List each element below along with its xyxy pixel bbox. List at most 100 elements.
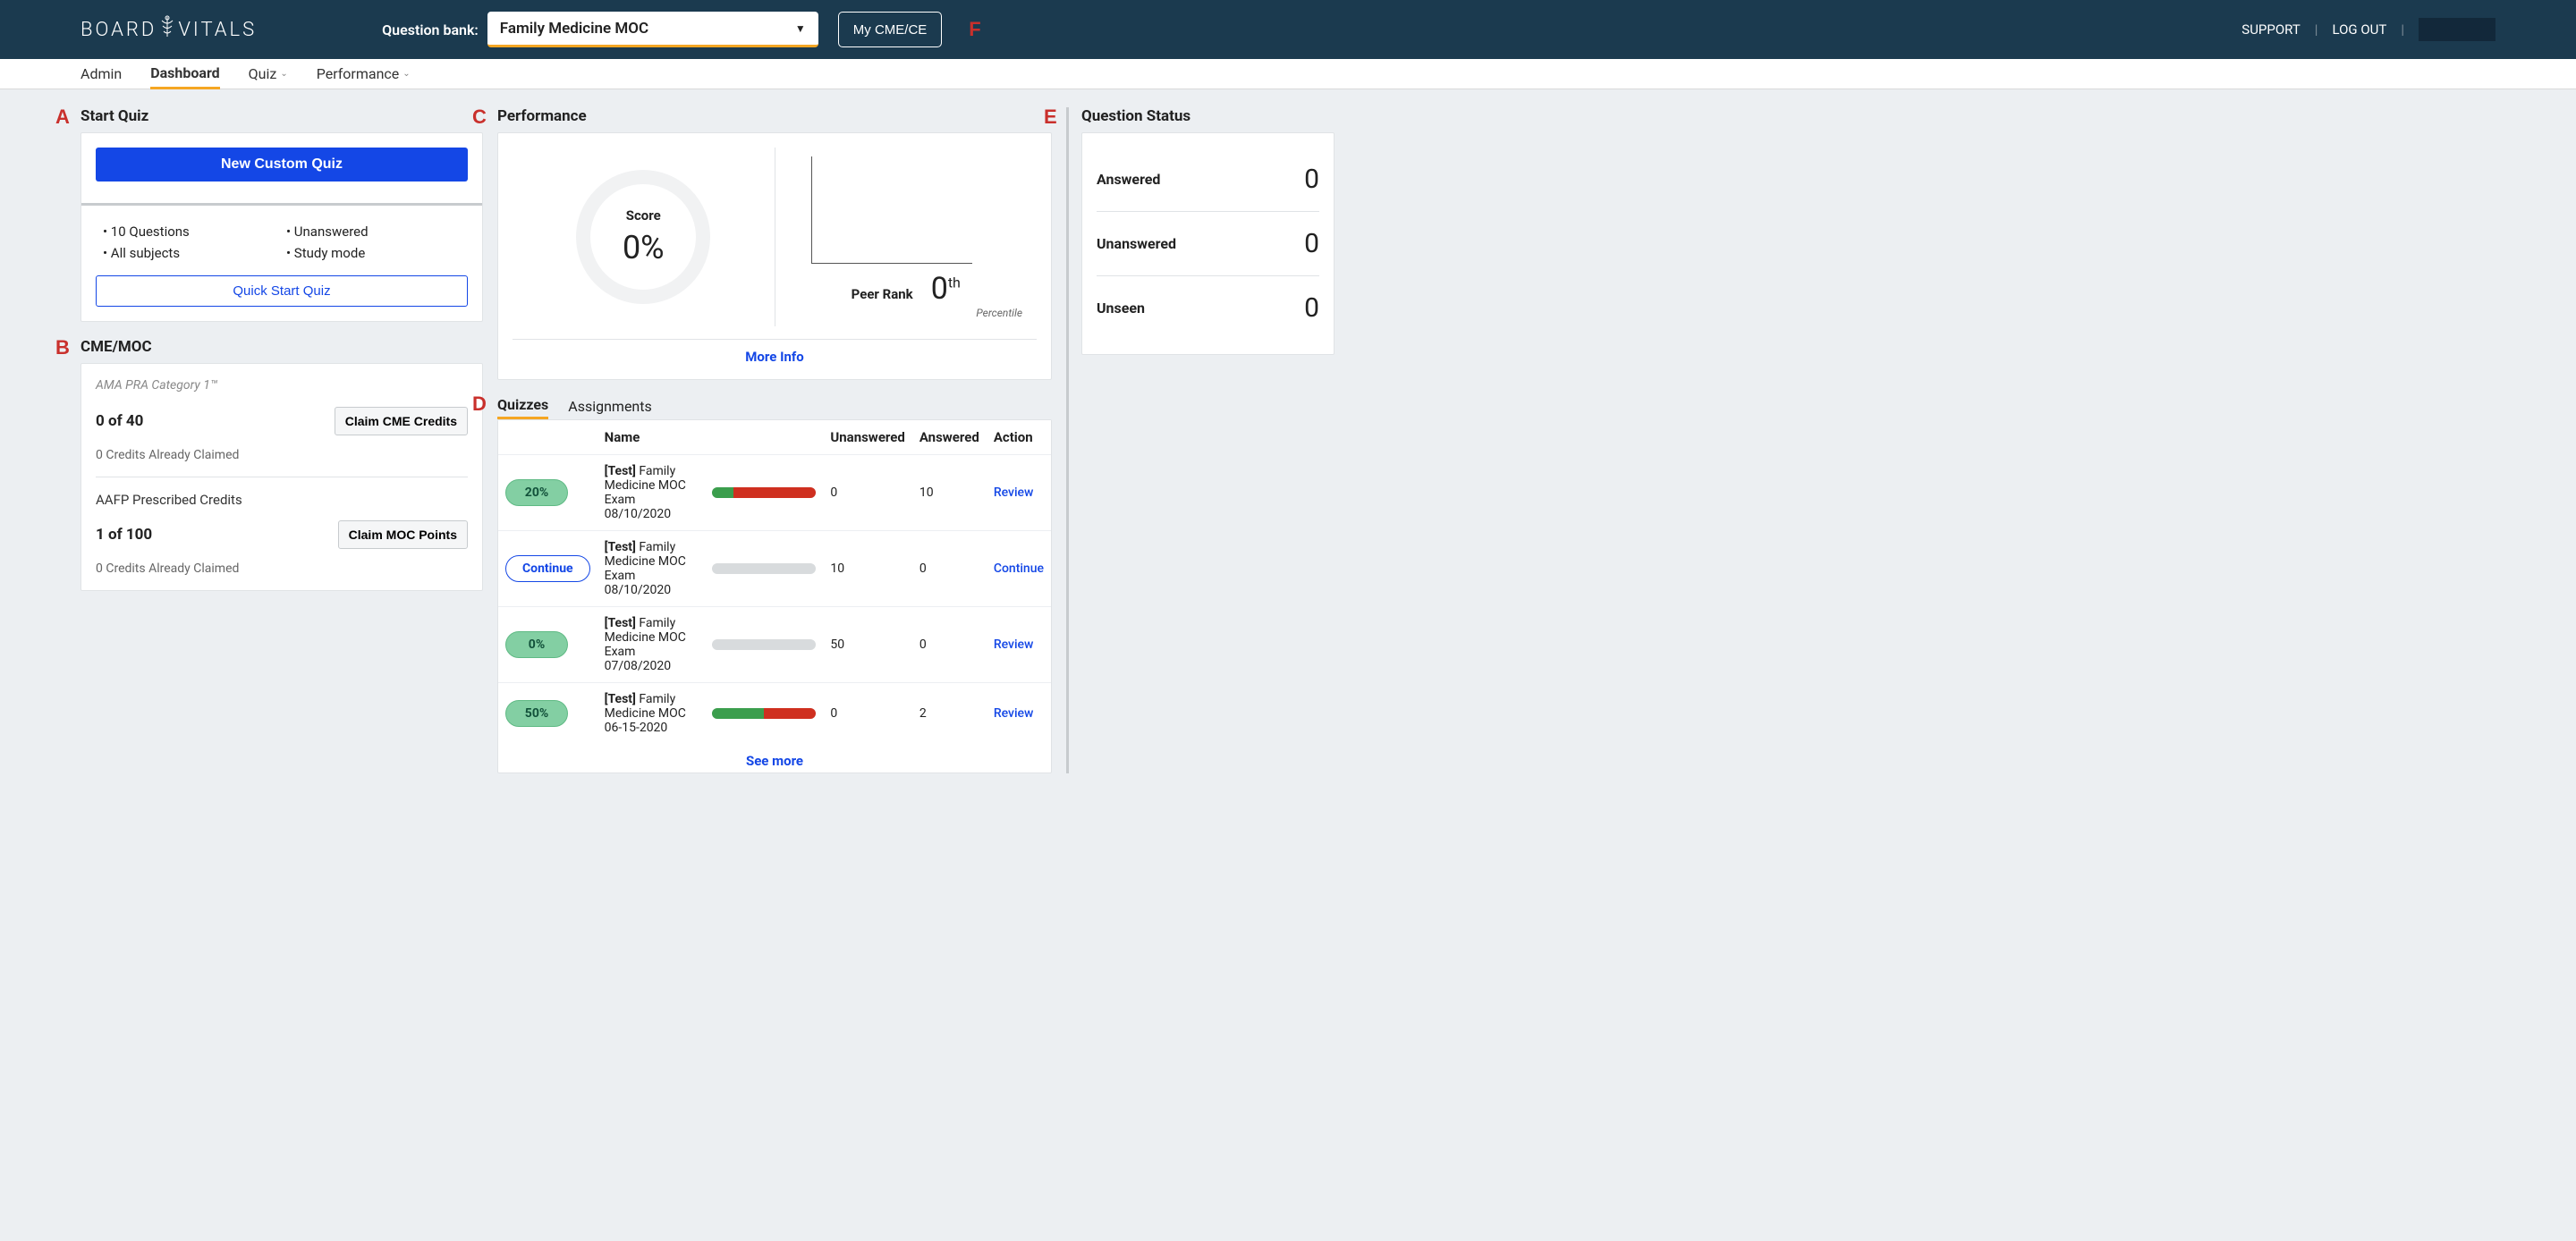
score-panel: Score 0%: [513, 148, 775, 326]
nav-dashboard[interactable]: Dashboard: [150, 59, 219, 89]
status-label: Unseen: [1097, 300, 1145, 317]
chevron-down-icon: ⌄: [402, 69, 410, 79]
app-header: BOARD VITALS Question bank: Family Medic…: [0, 0, 2576, 59]
progress-bar: [712, 708, 816, 719]
qbank-selector-wrap: Question bank: Family Medicine MOC ▼ My …: [382, 12, 981, 47]
status-row: Unseen 0: [1097, 276, 1319, 340]
question-status-card: Answered 0 Unanswered 0 Unseen 0: [1081, 132, 1335, 355]
see-more-link[interactable]: See more: [498, 744, 1051, 772]
quizzes-section: D QuizzesAssignments Name Unanswered Ans…: [497, 396, 1052, 773]
qbank-value: Family Medicine MOC: [500, 20, 648, 38]
nav-quiz[interactable]: Quiz⌄: [249, 60, 288, 88]
performance-title: Performance: [497, 107, 1052, 125]
rank-value: 0th: [931, 271, 961, 307]
status-row: Answered 0: [1097, 148, 1319, 212]
cme-card: AMA PRA Category 1™ 0 of 40 Claim CME Cr…: [80, 363, 483, 591]
quiz-default-item: 10 Questions: [103, 224, 277, 240]
claim-moc-button[interactable]: Claim MOC Points: [338, 520, 468, 549]
review-link[interactable]: Review: [994, 637, 1034, 652]
progress-bar: [712, 639, 816, 650]
cell-unanswered: 50: [823, 607, 911, 683]
quiz-default-item: All subjects: [103, 245, 277, 261]
aafp-label: AAFP Prescribed Credits: [96, 492, 468, 508]
start-quiz-section: A Start Quiz New Custom Quiz 10 Question…: [80, 107, 483, 322]
status-label: Unanswered: [1097, 235, 1176, 252]
question-status-title: Question Status: [1081, 107, 1335, 125]
new-custom-quiz-button[interactable]: New Custom Quiz: [96, 148, 468, 182]
quiz-defaults-list: 10 Questions Unanswered All subjects Study …: [96, 224, 468, 275]
chevron-down-icon: ⌄: [280, 69, 287, 79]
logout-link[interactable]: LOG OUT: [2332, 21, 2386, 38]
continue-link[interactable]: Continue: [994, 561, 1044, 576]
annotation-a: A: [55, 106, 70, 129]
status-value: 0: [1304, 228, 1319, 259]
rank-panel: Peer Rank 0th Percentile: [775, 148, 1038, 326]
cell-answered: 2: [912, 683, 987, 745]
progress-bar: [712, 487, 816, 498]
status-value: 0: [1304, 292, 1319, 324]
quizzes-card: Name Unanswered Answered Action 20%[Test…: [497, 419, 1052, 773]
annotation-f: F: [969, 18, 980, 41]
cme-category: AMA PRA Category 1™: [96, 378, 468, 393]
score-badge: 50%: [505, 700, 568, 727]
divider: |: [2315, 21, 2318, 38]
cme-title: CME/MOC: [80, 338, 483, 356]
col-name: Name: [597, 420, 706, 455]
continue-badge[interactable]: Continue: [505, 555, 590, 582]
score-badge: 20%: [505, 479, 568, 506]
caduceus-icon: [159, 15, 175, 44]
cell-unanswered: 0: [823, 683, 911, 745]
quiz-tabs: Quizzes Assignments: [497, 396, 1052, 419]
status-value: 0: [1304, 164, 1319, 195]
col-center: C Performance Score 0% Peer Rank 0th: [497, 107, 1052, 773]
quiz-default-item: Study mode: [286, 245, 461, 261]
cell-answered: 0: [912, 531, 987, 607]
col-action: Action: [987, 420, 1051, 455]
logo-text-b: VITALS: [178, 19, 257, 41]
cell-answered: 0: [912, 607, 987, 683]
quizzes-table: Name Unanswered Answered Action 20%[Test…: [498, 420, 1051, 744]
table-row: 50% [Test] Family Medicine MOC 06-15-2020…: [498, 683, 1051, 745]
score-value: 0%: [623, 229, 665, 266]
annotation-b: B: [55, 336, 70, 359]
annotation-e: E: [1044, 106, 1057, 129]
rank-percentile-label: Percentile: [976, 307, 1022, 319]
status-label: Answered: [1097, 171, 1160, 188]
progress-bar: [712, 563, 816, 574]
caret-down-icon: ▼: [795, 22, 806, 35]
col-right: E Question Status Answered0Unanswered0Un…: [1066, 107, 1335, 773]
nav-performance[interactable]: Performance⌄: [317, 60, 411, 88]
table-row: 20%[Test] Family Medicine MOC Exam 08/10…: [498, 455, 1051, 531]
cell-unanswered: 10: [823, 531, 911, 607]
review-link[interactable]: Review: [994, 485, 1034, 500]
start-quiz-card: New Custom Quiz 10 Questions Unanswered Al…: [80, 132, 483, 322]
divider: |: [2401, 21, 2404, 38]
annotation-d: D: [472, 393, 487, 416]
more-info-link[interactable]: More Info: [513, 339, 1037, 365]
rank-chart: [811, 156, 972, 264]
quiz-default-item: Unanswered: [286, 224, 461, 240]
rank-label: Peer Rank: [852, 286, 913, 302]
score-badge: 0%: [505, 631, 568, 658]
support-link[interactable]: SUPPORT: [2241, 21, 2301, 38]
qbank-select[interactable]: Family Medicine MOC ▼: [487, 12, 818, 47]
nav-admin[interactable]: Admin: [80, 60, 122, 88]
logo: BOARD VITALS: [80, 15, 257, 44]
tab-quizzes[interactable]: Quizzes: [497, 396, 548, 419]
quiz-name: [Test] Family Medicine MOC Exam 07/08/20…: [597, 607, 706, 683]
user-menu[interactable]: [2419, 18, 2496, 41]
quiz-name: [Test] Family Medicine MOC 06-15-2020: [597, 683, 706, 745]
review-link[interactable]: Review: [994, 706, 1034, 721]
claim-cme-button[interactable]: Claim CME Credits: [335, 407, 468, 435]
tab-assignments[interactable]: Assignments: [568, 398, 652, 418]
table-row: Continue [Test] Family Medicine MOC Exam …: [498, 531, 1051, 607]
separator: [81, 203, 482, 206]
cell-answered: 10: [912, 455, 987, 531]
qbank-label: Question bank:: [382, 21, 479, 38]
annotation-c: C: [472, 106, 487, 129]
my-cme-button[interactable]: My CME/CE: [838, 12, 943, 47]
quick-start-quiz-button[interactable]: Quick Start Quiz: [96, 275, 468, 307]
quiz-name: [Test] Family Medicine MOC Exam 08/10/20…: [597, 531, 706, 607]
moc-claimed-note: 0 Credits Already Claimed: [96, 561, 468, 576]
performance-card: Score 0% Peer Rank 0th Percentile More I…: [497, 132, 1052, 380]
